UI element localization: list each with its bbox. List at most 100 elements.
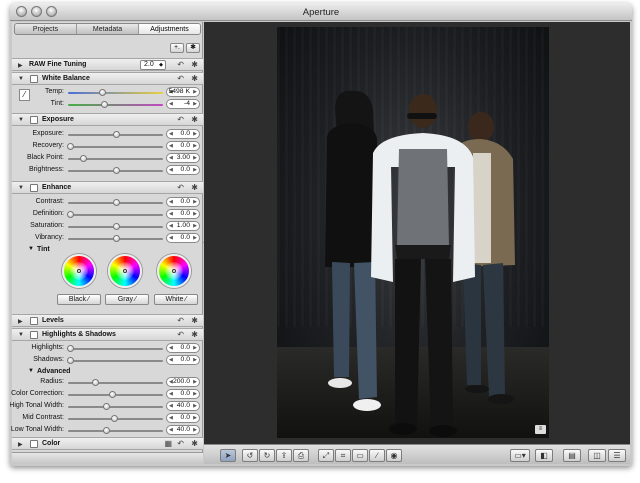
advanced-control-field[interactable]: ◀ 40.0 ▶ — [166, 425, 200, 435]
enhance-control-slider[interactable] — [68, 235, 163, 242]
raw-fine-tuning-header[interactable]: ▶ RAW Fine Tuning 2.0 ◆ ↶ ✱ — [12, 58, 203, 71]
tab-projects[interactable]: Projects — [15, 24, 77, 34]
slider-knob[interactable] — [103, 427, 110, 434]
export-icon[interactable]: ▤ — [563, 449, 581, 462]
increment-icon[interactable]: ▶ — [193, 344, 197, 352]
disclosure-expanded-icon[interactable]: ▼ — [18, 332, 24, 338]
exposure-header[interactable]: ▼ Exposure ↶ ✱ — [12, 113, 203, 126]
slider-knob[interactable] — [108, 391, 116, 398]
disclosure-collapsed-icon[interactable]: ▶ — [18, 318, 23, 325]
reset-icon[interactable]: ↶ — [177, 316, 184, 325]
retouch-tool-icon[interactable]: ▭ — [352, 449, 368, 462]
gray-eyedropper-button[interactable]: Gray ⁄ — [105, 294, 149, 305]
increment-icon[interactable]: ▶ — [193, 378, 197, 386]
advanced-control-slider[interactable] — [68, 379, 163, 386]
slider-knob[interactable] — [66, 357, 74, 364]
lift-tool-icon[interactable]: ⇪ — [276, 449, 292, 462]
single-view-icon[interactable]: ◫ — [588, 449, 606, 462]
rotate-right-icon[interactable]: ↻ — [259, 449, 275, 462]
slider-knob[interactable] — [112, 199, 120, 206]
reset-icon[interactable]: ↶ — [177, 60, 184, 69]
disclosure-collapsed-icon[interactable]: ▶ — [18, 62, 23, 69]
white-tint-wheel[interactable] — [157, 254, 191, 288]
slider-knob[interactable] — [112, 235, 120, 242]
advanced-control-field[interactable]: ◀ 0.0 ▶ — [166, 389, 200, 399]
decrement-icon[interactable]: ◀ — [169, 234, 173, 242]
enhance-control-field[interactable]: ◀ 0.0 ▶ — [166, 233, 200, 243]
photo[interactable]: ≡ — [277, 27, 549, 438]
gear-icon[interactable]: ✱ — [191, 115, 198, 124]
white-eyedropper-button[interactable]: White ⁄ — [154, 294, 198, 305]
decrement-icon[interactable]: ◀ — [169, 142, 173, 150]
tint-slider[interactable] — [68, 101, 163, 108]
increment-icon[interactable]: ▶ — [193, 390, 197, 398]
gray-tint-wheel[interactable] — [108, 254, 142, 288]
adjustments-gear-button[interactable]: ✱ — [186, 43, 200, 53]
reset-icon[interactable]: ↶ — [177, 183, 184, 192]
slider-knob[interactable] — [110, 415, 118, 422]
reset-icon[interactable]: ↶ — [177, 115, 184, 124]
enhance-checkbox[interactable] — [30, 184, 38, 192]
wheel-puck[interactable] — [77, 269, 81, 273]
exposure-control-field[interactable]: ◀ 0.0 ▶ — [166, 141, 200, 151]
highlights-shadows-header[interactable]: ▼ Highlights & Shadows ↶ ✱ — [12, 328, 203, 341]
advanced-control-slider[interactable] — [68, 403, 163, 410]
stamp-tool-icon[interactable]: ⎙ — [293, 449, 309, 462]
tint-field[interactable]: ◀ -4 ▶ — [166, 99, 200, 109]
exposure-control-slider[interactable] — [68, 167, 163, 174]
tab-adjustments[interactable]: Adjustments — [139, 24, 200, 34]
levels-checkbox[interactable] — [30, 317, 38, 325]
advanced-control-field[interactable]: ◀ 0.0 ▶ — [166, 413, 200, 423]
title-bar[interactable]: Aperture — [10, 3, 632, 21]
disclosure-expanded-icon[interactable]: ▼ — [28, 368, 34, 374]
decrement-icon[interactable]: ◀ — [169, 344, 173, 352]
straighten-tool-icon[interactable]: ⤢ — [318, 449, 334, 462]
advanced-control-field[interactable]: ◀ 40.0 ▶ — [166, 401, 200, 411]
slider-knob[interactable] — [66, 345, 74, 352]
temp-slider[interactable] — [68, 89, 163, 96]
color-header[interactable]: ▶ Color ▦ ↶ ✱ — [12, 437, 203, 450]
exposure-control-field[interactable]: ◀ 0.0 ▶ — [166, 165, 200, 175]
exposure-control-field[interactable]: ◀ 0.0 ▶ — [166, 129, 200, 139]
increment-icon[interactable]: ▶ — [193, 198, 197, 206]
increment-icon[interactable]: ▶ — [193, 210, 197, 218]
increment-icon[interactable]: ▶ — [193, 234, 197, 242]
decrement-icon[interactable]: ◀ — [169, 154, 173, 162]
slider-knob[interactable] — [80, 155, 88, 162]
disclosure-expanded-icon[interactable]: ▼ — [18, 117, 24, 123]
grid-icon[interactable]: ▦ — [164, 439, 172, 448]
increment-icon[interactable]: ▶ — [193, 426, 197, 434]
image-viewer[interactable]: ≡ — [204, 22, 630, 444]
decrement-icon[interactable]: ◀ — [169, 100, 173, 108]
enhance-control-slider[interactable] — [68, 223, 163, 230]
decrement-icon[interactable]: ◀ — [169, 222, 173, 230]
decrement-icon[interactable]: ◀ — [169, 166, 173, 174]
wheel-puck[interactable] — [172, 269, 176, 273]
increment-icon[interactable]: ▶ — [193, 142, 197, 150]
highlights-shadows-checkbox[interactable] — [30, 331, 38, 339]
decrement-icon[interactable]: ◀ — [169, 210, 173, 218]
highlights-shadows-control-field[interactable]: ◀ 0.0 ▶ — [166, 343, 200, 353]
decrement-icon[interactable]: ◀ — [169, 198, 173, 206]
reset-icon[interactable]: ↶ — [177, 330, 184, 339]
increment-icon[interactable]: ▶ — [193, 130, 197, 138]
disclosure-expanded-icon[interactable]: ▼ — [28, 246, 34, 252]
enhance-header[interactable]: ▼ Enhance ↶ ✱ — [12, 181, 203, 194]
disclosure-collapsed-icon[interactable]: ▶ — [18, 441, 23, 448]
slider-knob[interactable] — [66, 211, 74, 218]
temp-field[interactable]: ◀ 5498 K ▶ — [166, 87, 200, 97]
add-adjustment-button[interactable]: +. — [170, 43, 184, 53]
raw-version-select[interactable]: 2.0 ◆ — [140, 60, 166, 70]
reset-icon[interactable]: ↶ — [177, 74, 184, 83]
increment-icon[interactable]: ▶ — [193, 154, 197, 162]
gear-icon[interactable]: ✱ — [191, 60, 198, 69]
viewer-mode-button[interactable]: ▭▾ — [510, 449, 530, 462]
color-checkbox[interactable] — [30, 440, 38, 448]
gear-icon[interactable]: ✱ — [191, 439, 198, 448]
metadata-overlay-icon[interactable]: ≡ — [535, 425, 546, 434]
exposure-control-slider[interactable] — [66, 143, 163, 150]
white-balance-header[interactable]: ▼ White Balance ↶ ✱ — [12, 72, 203, 85]
exposure-checkbox[interactable] — [30, 116, 38, 124]
brush-tool-icon[interactable]: ∕ — [369, 449, 385, 462]
loupe-icon[interactable]: ◧ — [535, 449, 553, 462]
